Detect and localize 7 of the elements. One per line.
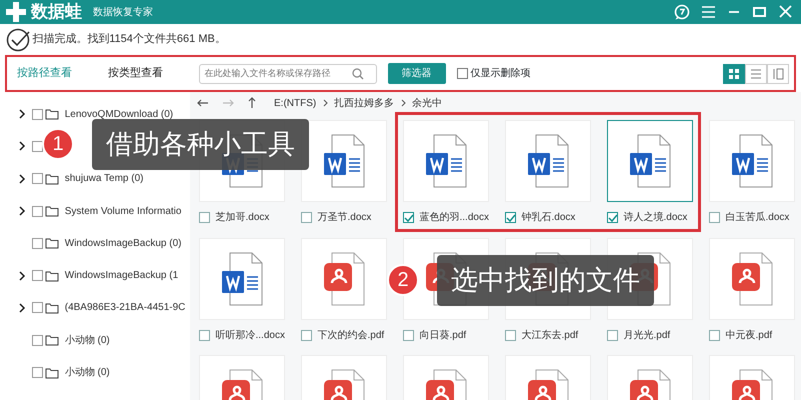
step-number-tooltip: 1 [42,128,74,160]
callout-tooltip: 借助各种小工具 [92,119,309,170]
status-text: 扫描完成。找到1154个文件共661 MB。 [32,32,226,48]
checkbox-label: 仅显示删除项 [470,67,530,81]
app-subtitle: 数据恢复专家 [93,6,153,20]
callout-tooltip: 选中找到的文件 [437,255,654,306]
app-name: 数据蛙 [31,1,82,24]
